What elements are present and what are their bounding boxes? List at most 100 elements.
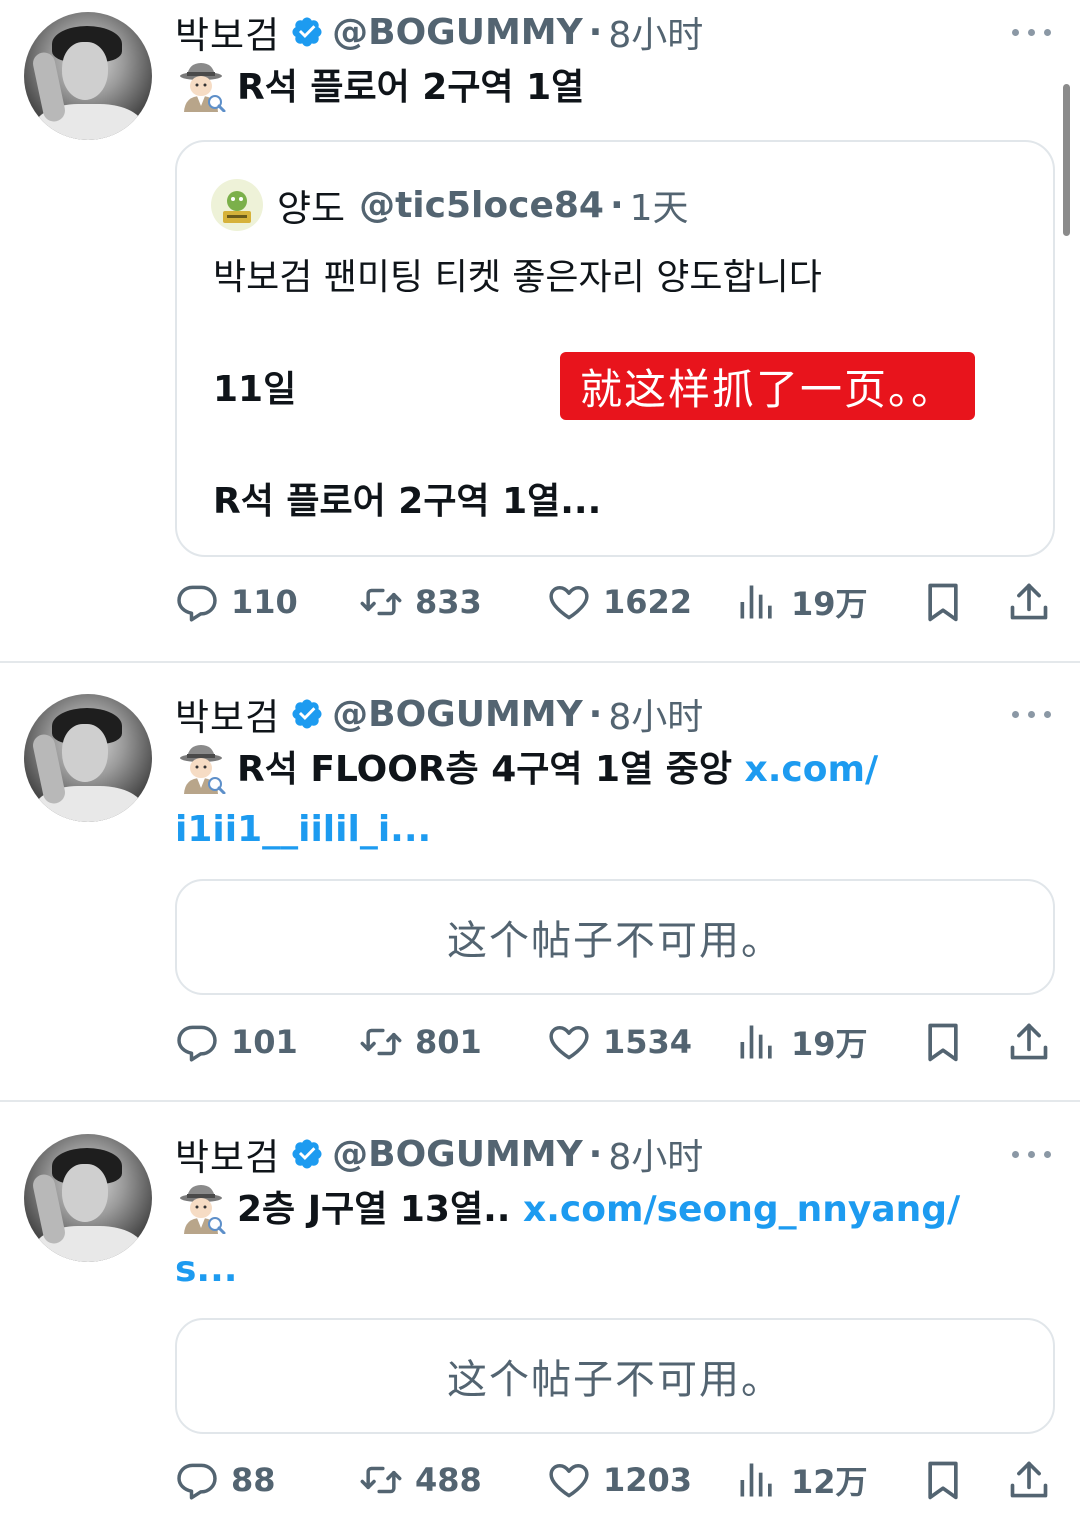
reply-icon — [175, 1020, 219, 1064]
views-count: 19万 — [791, 1025, 868, 1063]
like-button[interactable]: 1203 — [547, 1452, 692, 1508]
detective-emoji — [175, 1182, 227, 1234]
tweet-header: 박보검 @BOGUMMY · 8小时 — [175, 5, 703, 59]
quoted-handle[interactable]: @tic5loce84 — [359, 185, 604, 226]
display-name[interactable]: 박보검 — [175, 687, 280, 741]
avatar[interactable] — [24, 1134, 152, 1262]
avatar[interactable] — [24, 12, 152, 140]
tweet[interactable]: 박보검 @BOGUMMY · 8小时 R석 플로어 2구역 1열 양도 @tic… — [0, 0, 1080, 662]
retweet-count: 801 — [415, 1023, 482, 1061]
views-count: 19万 — [791, 585, 868, 623]
tweet-text: 2층 J구열 13열.. x.com/seong_nnyang/ s... — [175, 1180, 1055, 1300]
views-count: 12万 — [791, 1463, 868, 1501]
tweet-text: R석 FLOOR층 4구역 1열 중앙 x.com/ i1ii1__iilil_… — [175, 740, 1055, 860]
display-name[interactable]: 박보검 — [175, 1127, 280, 1181]
quoted-timestamp: 1天 — [629, 188, 689, 229]
separator-dot: · — [609, 184, 624, 226]
views-icon — [735, 1020, 779, 1064]
timestamp[interactable]: 8小时 — [608, 6, 703, 58]
action-bar: 110 833 1622 19万 — [175, 574, 1055, 630]
tweet-link[interactable]: x.com/seong_nnyang/ — [523, 1189, 960, 1230]
unavailable-post-notice: 这个帖子不可用。 — [175, 1318, 1055, 1434]
views-button[interactable]: 12万 — [735, 1452, 868, 1508]
reply-icon — [175, 1458, 219, 1502]
views-button[interactable]: 19万 — [735, 1014, 868, 1070]
separator-dot: · — [588, 11, 603, 53]
action-bar: 101 801 1534 19万 — [175, 1014, 1055, 1070]
caption-overlay: 就这样抓了一页。。 — [560, 352, 975, 420]
retweet-icon — [359, 1020, 403, 1064]
avatar[interactable] — [24, 694, 152, 822]
detective-emoji — [175, 60, 227, 112]
timestamp[interactable]: 8小时 — [608, 1128, 703, 1180]
share-button[interactable] — [1007, 1452, 1051, 1508]
like-icon — [547, 1020, 591, 1064]
bookmark-button[interactable] — [921, 574, 965, 630]
like-icon — [547, 1458, 591, 1502]
tweet-text-content: 2층 J구열 13열.. — [237, 1189, 511, 1230]
tweet-header: 박보검 @BOGUMMY · 8小时 — [175, 687, 703, 741]
retweet-icon — [359, 1458, 403, 1502]
verified-icon — [290, 1137, 324, 1171]
reply-count: 110 — [231, 583, 298, 621]
retweet-button[interactable]: 833 — [359, 574, 482, 630]
like-count: 1534 — [603, 1023, 693, 1061]
quoted-display-name[interactable]: 양도 — [277, 178, 345, 232]
tweet-header: 박보검 @BOGUMMY · 8小时 — [175, 1127, 703, 1181]
share-icon — [1007, 1020, 1051, 1064]
quoted-tweet[interactable]: 양도 @tic5loce84 · 1天 박보검 팬미팅 티켓 좋은자리 양도합니… — [175, 140, 1055, 557]
retweet-count: 488 — [415, 1461, 482, 1499]
handle[interactable]: @BOGUMMY — [332, 12, 583, 53]
quoted-text-line: 11일 — [213, 369, 297, 410]
tweet-link-continued[interactable]: i1ii1__iilil_i... — [175, 809, 431, 850]
more-icon[interactable] — [1012, 709, 1052, 719]
separator-dot: · — [588, 1133, 603, 1175]
like-icon — [547, 580, 591, 624]
verified-icon — [290, 15, 324, 49]
verified-icon — [290, 697, 324, 731]
bookmark-icon — [921, 1458, 965, 1502]
more-icon[interactable] — [1012, 1149, 1052, 1159]
reply-button[interactable]: 101 — [175, 1014, 298, 1070]
retweet-count: 833 — [415, 583, 482, 621]
quoted-text-line: R석 플로어 2구역 1열... — [213, 481, 602, 522]
share-button[interactable] — [1007, 1014, 1051, 1070]
quoted-tweet-header: 양도 @tic5loce84 · 1天 — [211, 178, 689, 232]
display-name[interactable]: 박보검 — [175, 5, 280, 59]
quoted-text-line: 박보검 팬미팅 티켓 좋은자리 양도합니다 — [213, 257, 822, 298]
timestamp[interactable]: 8小时 — [608, 688, 703, 740]
tweet-link-continued[interactable]: s... — [175, 1249, 237, 1290]
like-button[interactable]: 1622 — [547, 574, 692, 630]
reply-count: 88 — [231, 1461, 276, 1499]
retweet-button[interactable]: 488 — [359, 1452, 482, 1508]
reply-button[interactable]: 110 — [175, 574, 298, 630]
handle[interactable]: @BOGUMMY — [332, 694, 583, 735]
tweet[interactable]: 박보검 @BOGUMMY · 8小时 2층 J구열 13열.. x.com/se… — [0, 1102, 1080, 1528]
action-bar: 88 488 1203 12万 — [175, 1452, 1055, 1508]
share-icon — [1007, 580, 1051, 624]
share-button[interactable] — [1007, 574, 1051, 630]
quoted-avatar — [211, 179, 263, 231]
bookmark-button[interactable] — [921, 1014, 965, 1070]
more-icon[interactable] — [1012, 27, 1052, 37]
bookmark-icon — [921, 580, 965, 624]
share-icon — [1007, 1458, 1051, 1502]
like-count: 1622 — [603, 583, 693, 621]
unavailable-post-notice: 这个帖子不可用。 — [175, 879, 1055, 995]
handle[interactable]: @BOGUMMY — [332, 1134, 583, 1175]
reply-icon — [175, 580, 219, 624]
reply-button[interactable]: 88 — [175, 1452, 276, 1508]
like-button[interactable]: 1534 — [547, 1014, 692, 1070]
scrollbar[interactable] — [1063, 84, 1070, 236]
tweet[interactable]: 박보검 @BOGUMMY · 8小时 R석 FLOOR층 4구역 1열 중앙 x… — [0, 662, 1080, 1102]
retweet-button[interactable]: 801 — [359, 1014, 482, 1070]
tweet-text-content: R석 FLOOR층 4구역 1열 중앙 — [237, 749, 732, 790]
retweet-icon — [359, 580, 403, 624]
views-button[interactable]: 19万 — [735, 574, 868, 630]
separator-dot: · — [588, 693, 603, 735]
bookmark-icon — [921, 1020, 965, 1064]
like-count: 1203 — [603, 1461, 693, 1499]
bookmark-button[interactable] — [921, 1452, 965, 1508]
tweet-link[interactable]: x.com/ — [745, 749, 879, 790]
tweet-text: R석 플로어 2구역 1열 — [175, 58, 1055, 118]
